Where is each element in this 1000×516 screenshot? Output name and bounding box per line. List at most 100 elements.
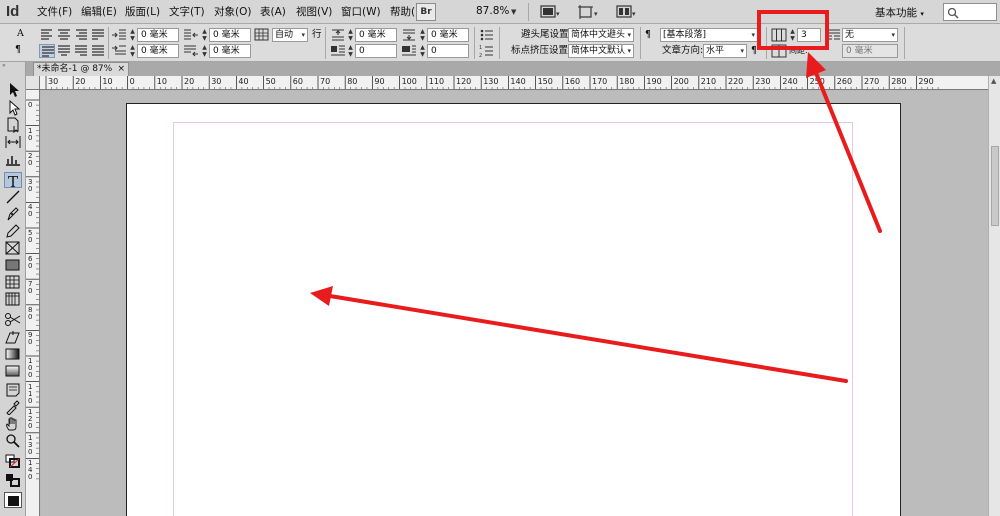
zoom-level[interactable]: 87.8% [476,5,509,17]
justify-center-icon[interactable] [56,44,72,58]
ruler-label: 250 [809,77,825,86]
gap-tool-icon[interactable] [4,134,22,150]
ruler-label: 160 [564,77,581,86]
drop-cap-lines-stepper[interactable]: ▲ ▼ [347,44,354,58]
paragraph-style-value: [基本段落] [663,30,707,40]
document-tab[interactable]: *未命名-1 @ 87% × [33,62,129,76]
right-indent-stepper[interactable]: ▲ ▼ [201,28,208,42]
swap-fill-stroke-icon[interactable] [4,472,22,488]
content-collector-icon[interactable] [4,151,22,167]
pen-tool-icon[interactable] [4,206,22,222]
toolbox-collapse-icon[interactable]: » [2,63,24,69]
ruler-label: 280 [891,77,907,86]
align-right-icon[interactable] [73,28,89,42]
space-after-field[interactable]: 0 毫米 [427,28,469,42]
ruler-label: 110 [428,77,445,86]
right-indent-field[interactable]: 0 毫米 [209,28,251,42]
kinsoku-dropdown[interactable]: 简体中文避头 ▾ [568,28,634,42]
rectangle-frame-tool-icon[interactable] [4,240,22,256]
menu-window[interactable]: 窗口(W) [341,5,381,19]
paragraph-mode-icon[interactable]: ¶ [15,43,21,57]
drop-cap-chars-field[interactable]: 0 [427,44,469,58]
scissors-tool-icon[interactable] [4,312,22,328]
ruler-origin[interactable] [26,76,40,90]
ruler-label: 140 [510,77,526,86]
vertical-grid-tool-icon[interactable] [4,291,22,307]
menu-object[interactable]: 对象(O) [214,5,251,19]
document-page[interactable] [126,103,901,516]
menu-view[interactable]: 视图(V) [296,5,332,19]
drop-cap-lines-field[interactable]: 0 [355,44,397,58]
space-after-stepper[interactable]: ▲ ▼ [419,28,426,42]
vertical-scrollbar[interactable]: ▲ [988,76,1000,516]
space-before-stepper[interactable]: ▲ ▼ [347,28,354,42]
left-indent-stepper[interactable]: ▲ ▼ [129,28,136,42]
align-left-icon[interactable] [39,28,55,42]
justify-right-icon[interactable] [73,44,89,58]
mojikumi-dropdown[interactable]: 简体中文默认 ▾ [568,44,634,58]
align-center-icon[interactable] [56,28,72,42]
numbered-list-icon[interactable]: 12 [479,44,495,58]
menu-layout[interactable]: 版面(L) [125,5,160,19]
zoom-dropdown-icon[interactable]: ▼ [511,8,516,16]
normal-view-mode-icon[interactable] [4,492,22,508]
paragraph-style-dropdown[interactable]: [基本段落] ▾ [660,28,758,42]
close-icon[interactable]: × [117,63,125,75]
character-mode-icon[interactable]: A [17,27,24,41]
horizontal-grid-tool-icon[interactable] [4,274,22,290]
gutter-field[interactable]: 0 毫米 [842,44,898,58]
first-line-indent-stepper[interactable]: ▲ ▼ [129,44,136,58]
last-line-indent-field[interactable]: 0 毫米 [209,44,251,58]
first-line-indent-field[interactable]: 0 毫米 [137,44,179,58]
scrollbar-thumb[interactable] [991,146,999,226]
direction-dropdown[interactable]: 水平 ▾ [703,44,747,58]
note-tool-icon[interactable] [4,382,22,398]
space-before-field[interactable]: 0 毫米 [355,28,397,42]
search-input[interactable] [943,3,997,21]
eyedropper-tool-icon[interactable] [4,399,22,415]
menu-file[interactable]: 文件(F) [37,5,72,19]
menu-type[interactable]: 文字(T) [169,5,205,19]
gradient-swatch-tool-icon[interactable] [4,346,22,362]
svg-text:▾: ▾ [632,10,636,18]
arrange-documents-icon[interactable]: ▾ [616,4,636,20]
zoom-tool-icon[interactable] [4,433,22,449]
drop-cap-chars-stepper[interactable]: ▲ ▼ [419,44,426,58]
hand-tool-icon[interactable] [4,416,22,432]
screen-mode-icon[interactable]: ▾ [540,4,560,20]
free-transform-tool-icon[interactable] [4,329,22,345]
svg-text:▾: ▾ [556,10,560,18]
justify-left-icon[interactable] [39,44,55,58]
span-columns-dropdown[interactable]: 无 ▾ [842,28,898,42]
align-towards-spine-icon[interactable] [90,28,106,42]
justify-all-icon[interactable] [90,44,106,58]
direction-label: 文章方向: [662,45,704,56]
divider [904,27,905,59]
ruler-label: 50 [265,77,276,86]
default-fill-stroke-icon[interactable] [4,453,22,469]
view-options-icon[interactable]: ▾ [578,4,598,20]
type-tool-icon[interactable]: T [4,172,22,189]
line-tool-icon[interactable] [4,189,22,205]
menu-table[interactable]: 表(A) [260,5,286,19]
last-line-indent-stepper[interactable]: ▲ ▼ [201,44,208,58]
rectangle-tool-icon[interactable] [4,257,22,273]
direct-selection-tool-icon[interactable] [4,100,22,116]
workspace-switcher[interactable]: 基本功能 ▾ [875,5,924,20]
page-tool-icon[interactable] [4,117,22,133]
bullet-list-icon[interactable] [479,28,495,42]
ruler-label: 60 [292,77,303,86]
vertical-ruler[interactable]: 0 10 20 30 40 50 60 70 80 90 100 110 120 130 140 [26,76,40,516]
left-indent-field[interactable]: 0 毫米 [137,28,179,42]
menu-edit[interactable]: 编辑(E) [81,5,117,19]
gradient-feather-tool-icon[interactable] [4,363,22,379]
ruler-label: 10 [156,77,167,86]
scroll-up-icon[interactable]: ▲ [991,77,996,85]
horizontal-ruler[interactable]: 30 20 10 0 10 20 30 40 50 60 70 80 90 100 110 120 130 140… [26,76,988,90]
direction-value: 水平 [706,46,725,56]
selection-tool-icon[interactable] [4,82,22,98]
ruler-label: 0 [28,101,33,109]
bridge-button[interactable]: Br [416,3,436,21]
pencil-tool-icon[interactable] [4,223,22,239]
leading-dropdown[interactable]: 自动 ▾ [272,28,308,42]
